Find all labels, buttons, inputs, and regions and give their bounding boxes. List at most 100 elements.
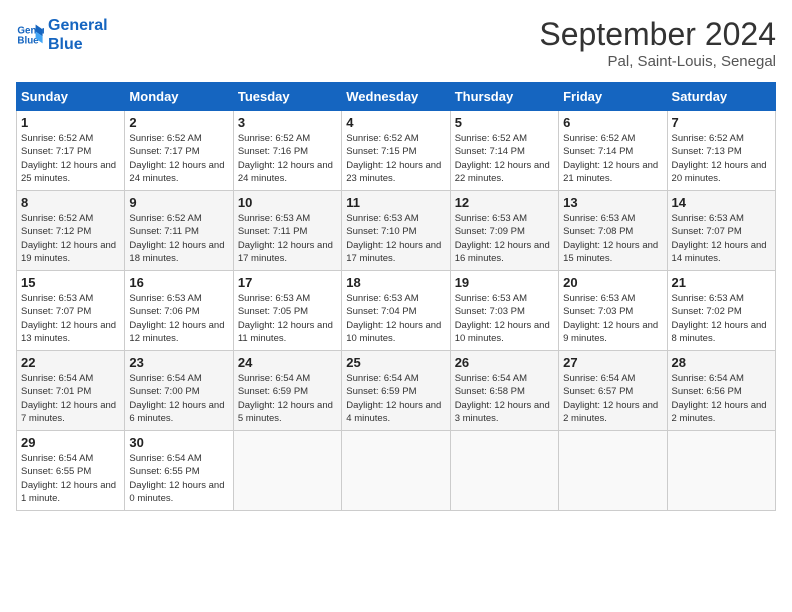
table-row: 2Sunrise: 6:52 AMSunset: 7:17 PMDaylight…: [125, 111, 233, 191]
day-info: Sunrise: 6:52 AMSunset: 7:14 PMDaylight:…: [455, 132, 554, 185]
day-info: Sunrise: 6:52 AMSunset: 7:13 PMDaylight:…: [672, 132, 771, 185]
day-number: 5: [455, 115, 554, 130]
logo: General Blue General Blue: [16, 16, 108, 54]
day-number: 28: [672, 355, 771, 370]
day-info: Sunrise: 6:53 AMSunset: 7:10 PMDaylight:…: [346, 212, 445, 265]
day-info: Sunrise: 6:54 AMSunset: 6:55 PMDaylight:…: [21, 452, 120, 505]
table-row: 26 Sunrise: 6:54 AMSunset: 6:58 PMDayligh…: [450, 351, 558, 431]
day-info: Sunrise: 6:53 AMSunset: 7:09 PMDaylight:…: [455, 212, 554, 265]
table-row: [233, 431, 341, 511]
table-row: 30 Sunrise: 6:54 AMSunset: 6:55 PMDayligh…: [125, 431, 233, 511]
day-number: 15: [21, 275, 120, 290]
day-info: Sunrise: 6:54 AMSunset: 6:56 PMDaylight:…: [672, 372, 771, 425]
day-number: 14: [672, 195, 771, 210]
col-tuesday: Tuesday: [233, 83, 341, 111]
day-number: 16: [129, 275, 228, 290]
day-number: 30: [129, 435, 228, 450]
table-row: 24 Sunrise: 6:54 AMSunset: 6:59 PMDayligh…: [233, 351, 341, 431]
day-info: Sunrise: 6:53 AMSunset: 7:03 PMDaylight:…: [455, 292, 554, 345]
table-row: 6Sunrise: 6:52 AMSunset: 7:14 PMDaylight…: [559, 111, 667, 191]
table-row: 7 Sunrise: 6:52 AMSunset: 7:13 PMDaylight…: [667, 111, 775, 191]
table-row: 28 Sunrise: 6:54 AMSunset: 6:56 PMDayligh…: [667, 351, 775, 431]
day-info: Sunrise: 6:54 AMSunset: 6:59 PMDaylight:…: [238, 372, 337, 425]
table-row: 3 Sunrise: 6:52 AMSunset: 7:16 PMDaylight…: [233, 111, 341, 191]
day-info: Sunrise: 6:53 AMSunset: 7:06 PMDaylight:…: [129, 292, 228, 345]
col-wednesday: Wednesday: [342, 83, 450, 111]
calendar-week-row: 29 Sunrise: 6:54 AMSunset: 6:55 PMDayligh…: [17, 431, 776, 511]
day-number: 29: [21, 435, 120, 450]
day-info: Sunrise: 6:53 AMSunset: 7:07 PMDaylight:…: [672, 212, 771, 265]
table-row: 4Sunrise: 6:52 AMSunset: 7:15 PMDaylight…: [342, 111, 450, 191]
table-row: 16 Sunrise: 6:53 AMSunset: 7:06 PMDayligh…: [125, 271, 233, 351]
table-row: 1 Sunrise: 6:52 AMSunset: 7:17 PMDaylight…: [17, 111, 125, 191]
table-row: 9 Sunrise: 6:52 AMSunset: 7:11 PMDaylight…: [125, 191, 233, 271]
table-row: [342, 431, 450, 511]
table-row: 19 Sunrise: 6:53 AMSunset: 7:03 PMDayligh…: [450, 271, 558, 351]
table-row: 27Sunrise: 6:54 AMSunset: 6:57 PMDayligh…: [559, 351, 667, 431]
day-info: Sunrise: 6:54 AMSunset: 7:01 PMDaylight:…: [21, 372, 120, 425]
day-info: Sunrise: 6:52 AMSunset: 7:14 PMDaylight:…: [563, 132, 662, 185]
table-row: [667, 431, 775, 511]
day-number: 7: [672, 115, 771, 130]
month-title: September 2024: [539, 16, 776, 53]
table-row: 22 Sunrise: 6:54 AMSunset: 7:01 PMDayligh…: [17, 351, 125, 431]
calendar-header-row: Sunday Monday Tuesday Wednesday Thursday…: [17, 83, 776, 111]
table-row: 15Sunrise: 6:53 AMSunset: 7:07 PMDayligh…: [17, 271, 125, 351]
table-row: [559, 431, 667, 511]
day-number: 20: [563, 275, 662, 290]
day-number: 26: [455, 355, 554, 370]
logo-icon: General Blue: [16, 21, 44, 49]
day-info: Sunrise: 6:54 AMSunset: 6:58 PMDaylight:…: [455, 372, 554, 425]
col-monday: Monday: [125, 83, 233, 111]
day-info: Sunrise: 6:52 AMSunset: 7:17 PMDaylight:…: [21, 132, 120, 185]
table-row: 23Sunrise: 6:54 AMSunset: 7:00 PMDayligh…: [125, 351, 233, 431]
table-row: 21 Sunrise: 6:53 AMSunset: 7:02 PMDayligh…: [667, 271, 775, 351]
logo-blue: Blue: [48, 35, 108, 54]
day-number: 21: [672, 275, 771, 290]
day-info: Sunrise: 6:54 AMSunset: 6:59 PMDaylight:…: [346, 372, 445, 425]
col-friday: Friday: [559, 83, 667, 111]
day-number: 9: [129, 195, 228, 210]
day-number: 27: [563, 355, 662, 370]
table-row: 20 Sunrise: 6:53 AMSunset: 7:03 PMDayligh…: [559, 271, 667, 351]
day-info: Sunrise: 6:53 AMSunset: 7:02 PMDaylight:…: [672, 292, 771, 345]
table-row: 14 Sunrise: 6:53 AMSunset: 7:07 PMDayligh…: [667, 191, 775, 271]
table-row: 18Sunrise: 6:53 AMSunset: 7:04 PMDayligh…: [342, 271, 450, 351]
day-info: Sunrise: 6:52 AMSunset: 7:16 PMDaylight:…: [238, 132, 337, 185]
location-subtitle: Pal, Saint-Louis, Senegal: [539, 53, 776, 70]
day-number: 3: [238, 115, 337, 130]
col-thursday: Thursday: [450, 83, 558, 111]
logo-general: General: [48, 16, 108, 35]
day-number: 11: [346, 195, 445, 210]
title-section: September 2024 Pal, Saint-Louis, Senegal: [539, 16, 776, 70]
day-info: Sunrise: 6:52 AMSunset: 7:17 PMDaylight:…: [129, 132, 228, 185]
day-info: Sunrise: 6:52 AMSunset: 7:15 PMDaylight:…: [346, 132, 445, 185]
day-number: 13: [563, 195, 662, 210]
table-row: 10 Sunrise: 6:53 AMSunset: 7:11 PMDayligh…: [233, 191, 341, 271]
calendar-week-row: 8 Sunrise: 6:52 AMSunset: 7:12 PMDaylight…: [17, 191, 776, 271]
day-number: 23: [129, 355, 228, 370]
day-number: 22: [21, 355, 120, 370]
col-saturday: Saturday: [667, 83, 775, 111]
day-number: 25: [346, 355, 445, 370]
day-info: Sunrise: 6:53 AMSunset: 7:08 PMDaylight:…: [563, 212, 662, 265]
day-info: Sunrise: 6:53 AMSunset: 7:11 PMDaylight:…: [238, 212, 337, 265]
table-row: 17 Sunrise: 6:53 AMSunset: 7:05 PMDayligh…: [233, 271, 341, 351]
calendar-week-row: 22 Sunrise: 6:54 AMSunset: 7:01 PMDayligh…: [17, 351, 776, 431]
day-number: 10: [238, 195, 337, 210]
table-row: 25 Sunrise: 6:54 AMSunset: 6:59 PMDayligh…: [342, 351, 450, 431]
day-info: Sunrise: 6:52 AMSunset: 7:12 PMDaylight:…: [21, 212, 120, 265]
day-number: 1: [21, 115, 120, 130]
day-number: 24: [238, 355, 337, 370]
day-info: Sunrise: 6:53 AMSunset: 7:03 PMDaylight:…: [563, 292, 662, 345]
day-info: Sunrise: 6:52 AMSunset: 7:11 PMDaylight:…: [129, 212, 228, 265]
table-row: 29 Sunrise: 6:54 AMSunset: 6:55 PMDayligh…: [17, 431, 125, 511]
day-number: 17: [238, 275, 337, 290]
day-info: Sunrise: 6:53 AMSunset: 7:05 PMDaylight:…: [238, 292, 337, 345]
calendar-week-row: 15Sunrise: 6:53 AMSunset: 7:07 PMDayligh…: [17, 271, 776, 351]
day-info: Sunrise: 6:54 AMSunset: 6:55 PMDaylight:…: [129, 452, 228, 505]
calendar-week-row: 1 Sunrise: 6:52 AMSunset: 7:17 PMDaylight…: [17, 111, 776, 191]
table-row: [450, 431, 558, 511]
day-number: 19: [455, 275, 554, 290]
day-number: 8: [21, 195, 120, 210]
